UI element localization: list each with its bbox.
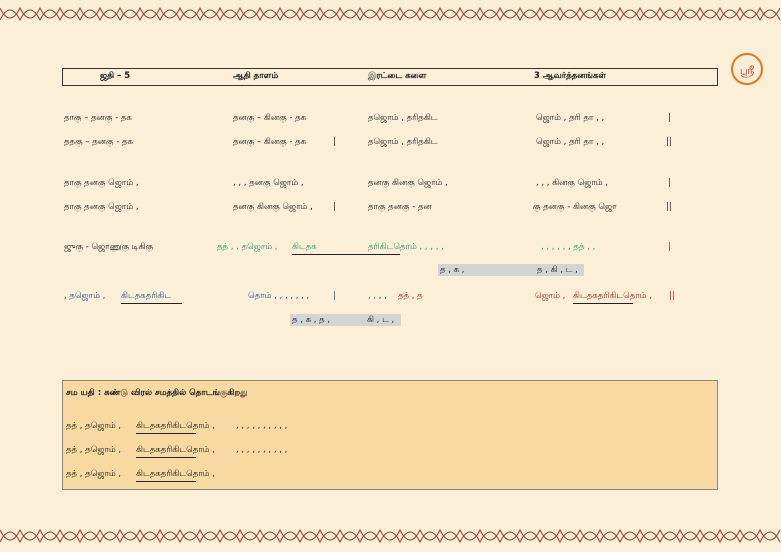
header-avarthanam: 3 ஆவர்த்தனங்கள்	[534, 71, 607, 81]
header-jathi: ஜதி – 5	[100, 71, 131, 81]
sama-title: சம யதி : சுண்டு விரல் சமத்தில் தொடங்குகி…	[66, 388, 248, 398]
b1r1-c3: தஜொம் , தரிதகிட	[368, 113, 438, 123]
b3r1-c: கிடதக	[292, 242, 317, 252]
b2r2-c3: தாகு தனகு - தன	[368, 202, 432, 212]
b1r2-c1: ததகு – தனகு - தக	[64, 137, 133, 147]
b1r2-bar2: ||	[666, 137, 672, 147]
b1r1-c2: தனகு – கினகு - தக	[233, 113, 307, 123]
header-kalai: இரட்டை களை	[368, 71, 427, 81]
b2r2-c4: கு தனகு - கினகு ஜொ	[533, 202, 617, 212]
b2r1-c4: , , , கினகு ஜொம் ,	[536, 178, 609, 188]
b3r2-f: ஜொம் ,	[535, 291, 566, 301]
b3r2-g: கிடதகதரிகிடதொம் ,	[573, 291, 652, 301]
sama-l1-c: , , , , , , , , , ,	[236, 421, 288, 431]
b1r2-c2: தனகு – கினகு - தக	[233, 137, 307, 147]
b2r1-c3: தனகு கினகு ஜொம் ,	[368, 178, 448, 188]
sama-l3-a: தத் , தஜொம் ,	[66, 469, 122, 479]
b2r1-bar: |	[668, 178, 671, 188]
decorative-bottom-border	[0, 528, 781, 544]
b3r2-sub-b: கி , ட ,	[367, 315, 395, 325]
b3r1-b: தத் , , தஜொம் ,	[217, 242, 278, 252]
sama-l2-c: , , , , , , , , , ,	[236, 445, 288, 455]
b3r2-d: , , , ,	[368, 291, 387, 301]
sama-l2-a: தத் , தஜொம் ,	[66, 445, 122, 455]
b3r2-sub-a: த , க , த ,	[292, 315, 331, 325]
b2r1-c1: தாகு தனகு ஜொம் ,	[64, 178, 139, 188]
b3r1-sub-b: த , கி , ட ,	[537, 265, 578, 275]
b3r1-underline	[292, 254, 400, 255]
sri-logo: ஸ்ரீ	[728, 50, 766, 88]
sama-l1-underline	[136, 433, 196, 434]
b1r1-bar: |	[668, 113, 671, 123]
b3r2-underline-2	[573, 303, 633, 304]
sama-l2-underline	[136, 457, 196, 458]
sama-l3-underline	[136, 481, 196, 482]
b3r1-sub-a: த , க ,	[440, 265, 465, 275]
decorative-top-border	[0, 6, 781, 22]
b2r1-c2: , , , தனகு ஜொம் ,	[233, 178, 304, 188]
header-talam: ஆதி தாளம்	[233, 71, 279, 81]
sama-l1-b: கிடதகதரிகிடதொம் ,	[136, 421, 215, 431]
b1r2-c3: தஜொம் , தரிதகிட	[368, 137, 438, 147]
b3r2-bar1: |	[333, 291, 336, 301]
b1r1-c4: ஜொம் , தரி தா , ,	[536, 113, 605, 123]
sama-l3-b: கிடதகதரிகிடதொம் ,	[136, 469, 215, 479]
b3r2-underline-1	[121, 303, 182, 304]
b3r1-d: தரிகிடதொம் , , , , ,	[368, 242, 444, 252]
b3r2-bar2: ||	[669, 291, 675, 301]
b3r2-b: கிடதகதரிகிட	[121, 291, 172, 301]
b1r1-c1: தாகு – தனகு - தக	[64, 113, 132, 123]
sama-l2-b: கிடதகதரிகிடதொம் ,	[136, 445, 215, 455]
b3r1-a: ஜுகு - ஜொணுகு டிகிகு	[64, 242, 153, 252]
b2r2-c2: தனகு கினகு ஜொம் ,	[233, 202, 313, 212]
b1r2-bar1: |	[333, 137, 336, 147]
b3r2-e: தத் , த	[398, 291, 423, 301]
b2r2-bar2: ||	[666, 202, 672, 212]
logo-glyph: ஸ்ரீ	[740, 64, 755, 77]
b3r1-bar: |	[668, 242, 671, 252]
b3r2-c: தொம் , , , , , , ,	[248, 291, 310, 301]
b3r1-e: , , , , , , தத் , ,	[541, 242, 596, 252]
b2r2-bar1: |	[333, 202, 336, 212]
b2r2-c1: தாகு தனகு ஜொம் ,	[64, 202, 139, 212]
b3r2-a: , தஜொம் ,	[64, 291, 106, 301]
b1r2-c4: ஜொம் , தரி தா , ,	[536, 137, 605, 147]
sama-l1-a: தத் , தஜொம் ,	[66, 421, 122, 431]
